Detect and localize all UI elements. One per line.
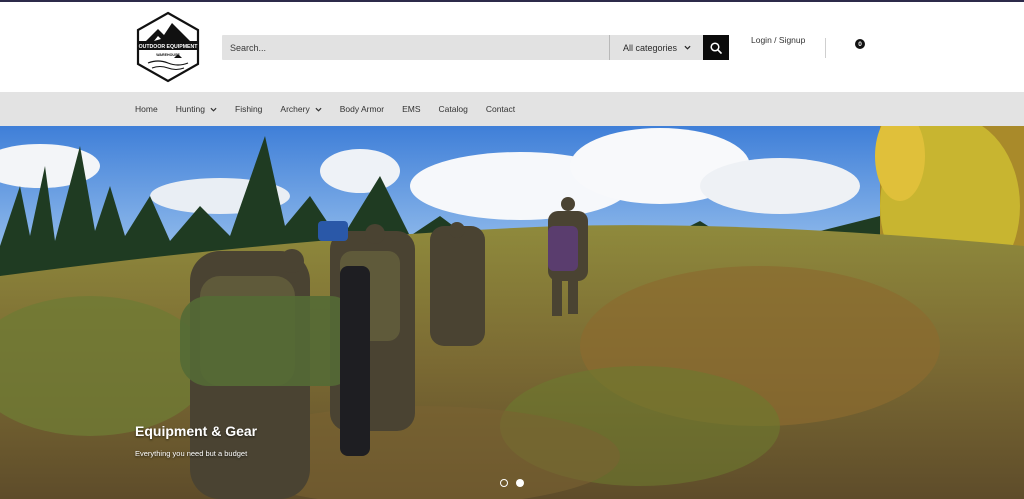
- header-divider: [825, 38, 826, 58]
- main-navigation: Home Hunting Fishing Archery Body Armor …: [0, 92, 1024, 126]
- nav-item-fishing[interactable]: Fishing: [235, 104, 262, 114]
- search-input[interactable]: [222, 35, 609, 60]
- slide-dot-1[interactable]: [500, 479, 508, 487]
- hero-subtitle: Everything you need but a budget: [135, 449, 248, 458]
- nav-item-home[interactable]: Home: [135, 104, 158, 114]
- hero-title: Equipment & Gear: [135, 423, 258, 439]
- login-signup-link[interactable]: Login / Signup: [751, 35, 805, 45]
- nav-item-body-armor[interactable]: Body Armor: [340, 104, 384, 114]
- category-select[interactable]: All categories: [610, 35, 703, 60]
- search-bar: All categories: [222, 35, 729, 60]
- nav-item-label: Hunting: [175, 104, 205, 114]
- nav-item-ems[interactable]: EMS: [402, 104, 420, 114]
- nav-item-label: Home: [135, 104, 158, 114]
- nav-item-label: Archery: [280, 104, 310, 114]
- nav-item-catalog[interactable]: Catalog: [439, 104, 468, 114]
- chevron-down-icon: [684, 45, 691, 50]
- slide-dot-2[interactable]: [516, 479, 524, 487]
- cart-count-badge[interactable]: 0: [855, 39, 865, 49]
- search-button[interactable]: [703, 35, 729, 60]
- search-icon: [710, 41, 722, 54]
- nav-item-label: Body Armor: [339, 104, 385, 114]
- nav-item-label: Catalog: [438, 104, 468, 114]
- nav-item-label: Fishing: [235, 104, 263, 114]
- nav-item-archery[interactable]: Archery: [280, 104, 322, 114]
- nav-item-hunting[interactable]: Hunting: [176, 104, 217, 114]
- hero-image: [0, 126, 1024, 499]
- nav-item-label: Contact: [485, 104, 516, 114]
- slideshow-pagination: [500, 479, 524, 487]
- logo-text-line1: OUTDOOR EQUIPMENT: [139, 44, 199, 50]
- brand-logo[interactable]: OUTDOOR EQUIPMENT WAREHOUSE: [134, 11, 202, 83]
- chevron-down-icon: [210, 107, 217, 112]
- site-header: OUTDOOR EQUIPMENT WAREHOUSE All categori…: [0, 2, 1024, 92]
- category-select-label: All categories: [623, 42, 678, 53]
- hero-slideshow: Equipment & Gear Everything you need but…: [0, 126, 1024, 499]
- chevron-down-icon: [315, 107, 322, 112]
- nav-item-label: EMS: [402, 104, 421, 114]
- nav-item-contact[interactable]: Contact: [486, 104, 515, 114]
